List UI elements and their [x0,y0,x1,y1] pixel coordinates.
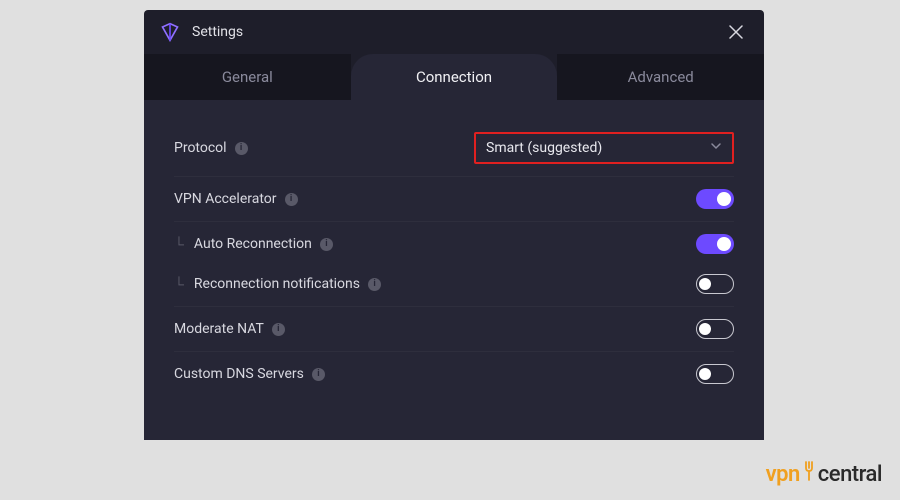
tab-general-label: General [222,68,273,86]
reconnect-notif-label-wrap: └ Reconnection notifications i [174,276,381,293]
custom-dns-toggle[interactable] [696,364,734,384]
tree-branch-icon: └ [174,276,184,293]
settings-content: Protocol i Smart (suggested) VPN Acceler… [144,100,764,440]
auto-reconnect-toggle[interactable] [696,234,734,254]
tab-advanced[interactable]: Advanced [557,54,764,100]
settings-window: Settings General Connection Advanced Pro… [144,10,764,440]
info-icon[interactable]: i [235,142,248,155]
fork-icon [802,460,816,488]
auto-reconnect-label: Auto Reconnection [194,236,312,252]
tab-connection-label: Connection [416,68,492,86]
row-protocol: Protocol i Smart (suggested) [174,120,734,177]
close-icon [729,25,743,39]
toggle-knob [717,237,731,251]
toggle-knob [699,278,711,290]
protocol-value: Smart (suggested) [486,140,602,156]
info-icon[interactable]: i [320,238,333,251]
watermark-logo: vpn central [766,460,882,488]
moderate-nat-label-wrap: Moderate NAT i [174,321,285,337]
reconnect-notif-toggle[interactable] [696,274,734,294]
chevron-down-icon [710,140,722,156]
toggle-knob [699,368,711,380]
watermark-part1: vpn [766,462,800,487]
accelerator-toggle[interactable] [696,189,734,209]
toggle-knob [699,323,711,335]
accelerator-label-wrap: VPN Accelerator i [174,191,298,207]
tab-general[interactable]: General [144,54,351,100]
moderate-nat-label: Moderate NAT [174,321,264,337]
row-reconnect-notifications: └ Reconnection notifications i [174,262,734,307]
tab-bar: General Connection Advanced [144,54,764,100]
auto-reconnect-label-wrap: └ Auto Reconnection i [174,236,333,253]
info-icon[interactable]: i [272,323,285,336]
title-bar: Settings [144,10,764,54]
reconnect-notif-label: Reconnection notifications [194,276,360,292]
info-icon[interactable]: i [285,193,298,206]
row-vpn-accelerator: VPN Accelerator i [174,177,734,222]
info-icon[interactable]: i [312,368,325,381]
protocol-label-wrap: Protocol i [174,140,248,156]
close-button[interactable] [724,20,748,44]
row-custom-dns: Custom DNS Servers i [174,352,734,396]
app-logo-icon [160,22,180,42]
info-icon[interactable]: i [368,278,381,291]
window-title: Settings [192,24,243,40]
row-auto-reconnection: └ Auto Reconnection i [174,222,734,262]
moderate-nat-toggle[interactable] [696,319,734,339]
toggle-knob [717,192,731,206]
watermark-part2: central [818,462,882,487]
tab-advanced-label: Advanced [628,68,694,86]
protocol-dropdown[interactable]: Smart (suggested) [474,132,734,164]
custom-dns-label: Custom DNS Servers [174,366,304,382]
tree-branch-icon: └ [174,236,184,253]
accelerator-label: VPN Accelerator [174,191,277,207]
custom-dns-label-wrap: Custom DNS Servers i [174,366,325,382]
protocol-label: Protocol [174,140,227,156]
tab-connection[interactable]: Connection [351,54,558,100]
row-moderate-nat: Moderate NAT i [174,307,734,352]
